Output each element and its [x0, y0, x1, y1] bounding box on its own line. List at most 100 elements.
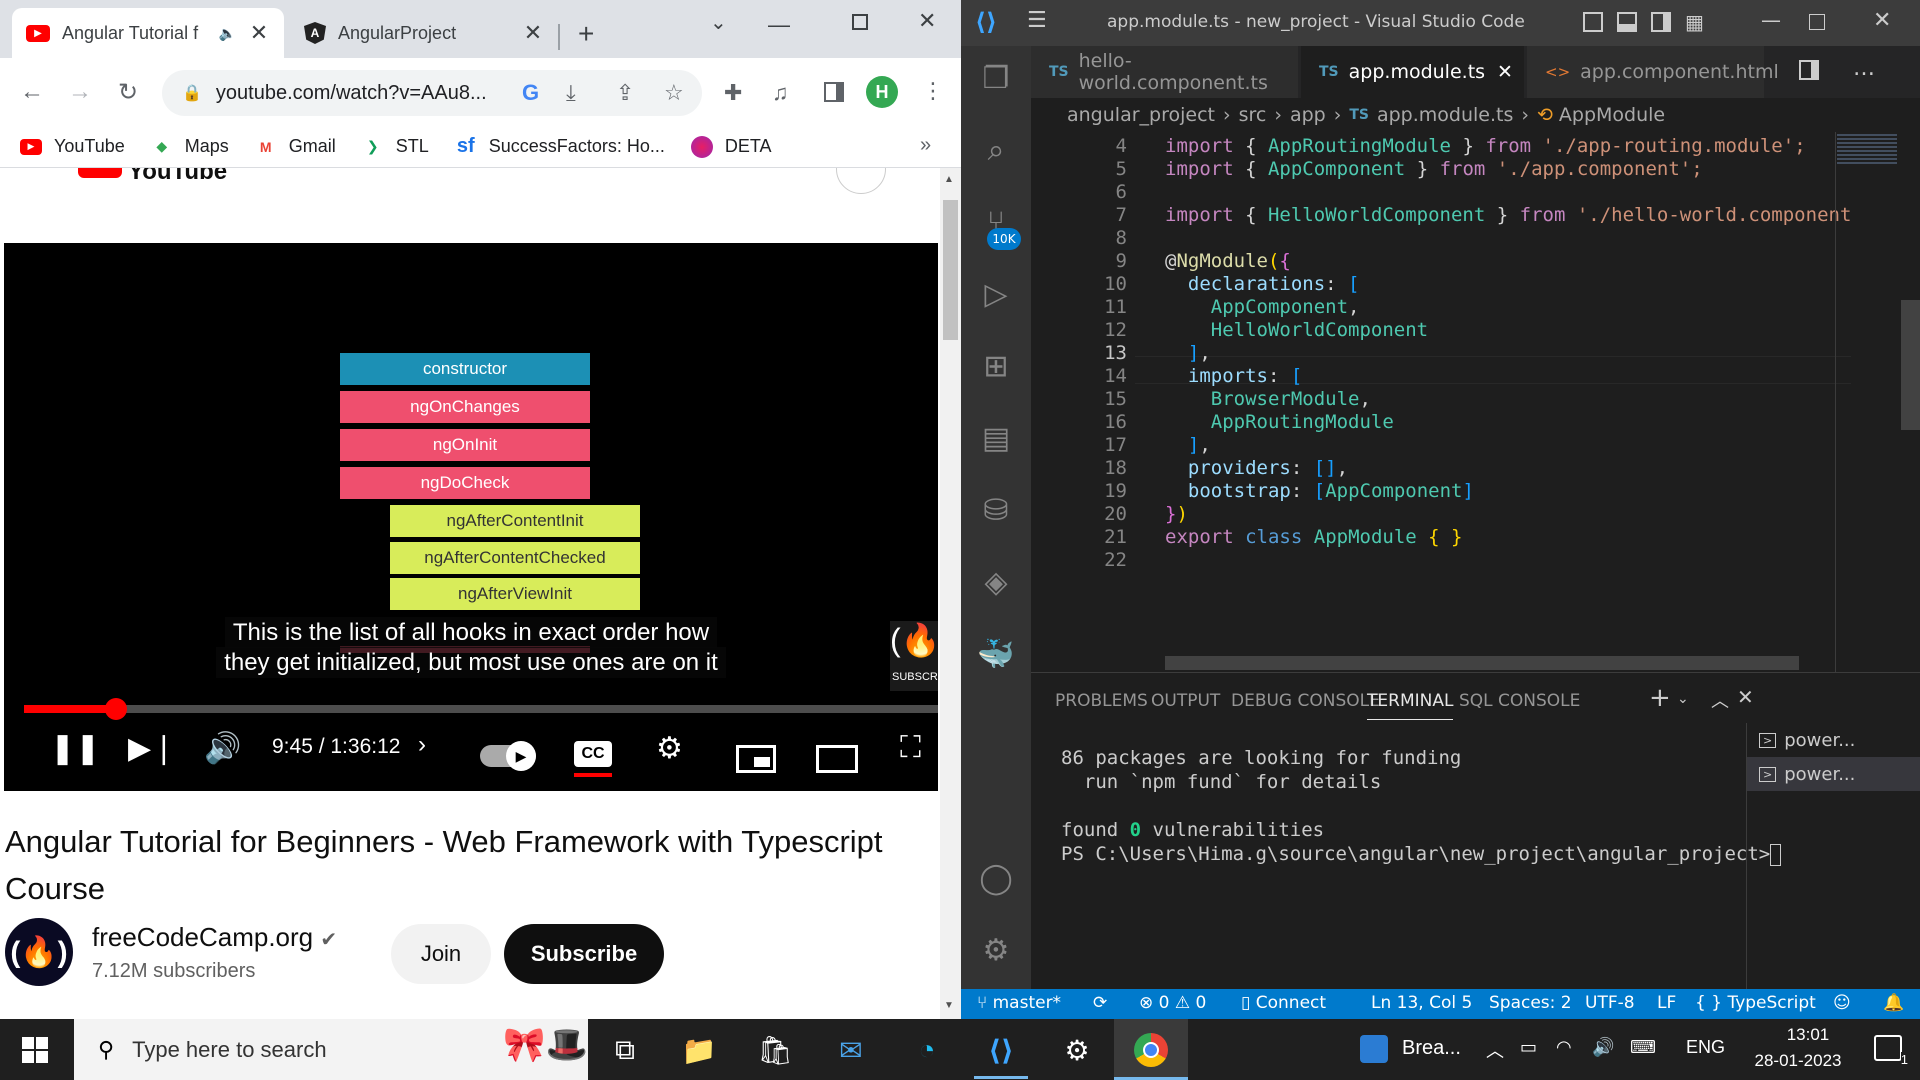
panel-tab-output[interactable]: OUTPUT [1151, 691, 1220, 711]
channel-name[interactable]: freeCodeCamp.org ✔ [92, 922, 337, 953]
close-window-button[interactable]: ✕ [1873, 8, 1891, 33]
pause-button[interactable]: ❚❚ [50, 731, 100, 766]
customize-layout-icon[interactable]: ▦ [1685, 10, 1704, 34]
docker-icon[interactable]: 🐳 [961, 622, 1031, 686]
problems-status[interactable]: ⊗ 0 ⚠ 0 [1139, 993, 1206, 1013]
show-hidden-icons-chevron[interactable]: ︿ [1486, 1037, 1504, 1063]
search-icon[interactable]: ⌕ [961, 118, 1031, 182]
keyboard-icon[interactable]: ⌨ [1630, 1037, 1656, 1058]
horizontal-scrollbar-thumb[interactable] [1165, 656, 1799, 670]
run-debug-icon[interactable]: ▷ [961, 262, 1031, 326]
tab-hello-world-component[interactable]: TS hello-world.component.ts [1031, 46, 1299, 98]
bookmark-stl[interactable]: ❯ STL [362, 136, 429, 158]
profile-avatar[interactable]: H [866, 76, 898, 108]
tab-angular-project[interactable]: A AngularProject ✕ [290, 8, 558, 58]
bookmark-star-icon[interactable]: ☆ [664, 80, 684, 106]
wifi-icon[interactable]: ◠ [1556, 1037, 1572, 1058]
vscode-taskbar-icon[interactable]: ⟨⟩ [974, 1027, 1028, 1073]
indentation-status[interactable]: Spaces: 2 [1489, 993, 1572, 1013]
panel-tab-terminal[interactable]: TERMINAL [1367, 691, 1454, 720]
panel-tab-sql-console[interactable]: SQL CONSOLE [1459, 691, 1580, 711]
miniplayer-button[interactable] [736, 745, 776, 773]
minimize-button[interactable]: — [1761, 8, 1781, 32]
microsoft-store-icon[interactable]: 🛍 [748, 1027, 802, 1073]
eol-status[interactable]: LF [1657, 993, 1676, 1013]
bookmark-maps[interactable]: ◆ Maps [151, 136, 228, 158]
bookmark-deta[interactable]: DETA [690, 135, 772, 158]
language-indicator[interactable]: ENG [1686, 1037, 1725, 1058]
tab-angular-tutorial[interactable]: ▶ Angular Tutorial f 🔈 ✕ [12, 8, 284, 58]
news-widget-icon[interactable] [1360, 1035, 1388, 1063]
windows-start-icon[interactable] [22, 1037, 48, 1063]
feedback-icon[interactable]: ☺ [1833, 993, 1851, 1013]
theater-mode-button[interactable] [816, 745, 858, 773]
tab-app-module[interactable]: TS app.module.ts ✕ [1301, 46, 1525, 98]
news-widget-text[interactable]: Brea... [1402, 1037, 1461, 1060]
close-tab-icon[interactable]: ✕ [1497, 61, 1513, 83]
reload-button[interactable]: ↻ [110, 74, 146, 110]
layers-icon[interactable]: ◈ [961, 550, 1031, 614]
captions-button[interactable]: CC [574, 741, 612, 767]
minimize-button[interactable]: — [768, 12, 790, 38]
chrome-menu-icon[interactable]: ⋮ [922, 78, 944, 104]
maximize-button[interactable] [852, 14, 868, 30]
channel-avatar[interactable]: (🔥) [5, 918, 73, 986]
testing-icon[interactable]: ▤ [961, 406, 1031, 470]
close-panel-icon[interactable]: ✕ [1737, 685, 1754, 709]
tab-search-chevron-icon[interactable]: ⌄ [710, 10, 727, 35]
encoding-status[interactable]: UTF-8 [1585, 993, 1635, 1013]
back-button[interactable]: ← [14, 74, 50, 110]
accounts-icon[interactable]: ◯ [961, 846, 1031, 910]
settings-gear-icon[interactable]: ⚙ [656, 731, 683, 766]
lock-icon[interactable]: 🔒 [182, 83, 202, 103]
panel-tab-problems[interactable]: PROBLEMS [1055, 691, 1148, 711]
scroll-down-arrow-icon[interactable]: ▼ [944, 1000, 954, 1011]
maximize-button[interactable] [1809, 14, 1825, 30]
chrome-taskbar-button[interactable] [1114, 1019, 1188, 1080]
page-scrollbar[interactable]: ▲ ▼ [940, 168, 961, 1019]
split-editor-icon[interactable] [1799, 60, 1819, 80]
new-tab-button[interactable]: + [578, 18, 594, 50]
explorer-icon[interactable]: ❐ [961, 46, 1031, 110]
subscribe-button[interactable]: Subscribe [504, 924, 664, 984]
bookmark-youtube[interactable]: ▶ YouTube [20, 136, 125, 157]
breadcrumb-folder[interactable]: app [1290, 104, 1326, 126]
notification-center-icon[interactable]: 1 [1874, 1035, 1908, 1067]
connect-status[interactable]: ▯ Connect [1241, 993, 1326, 1013]
close-window-button[interactable]: ✕ [918, 8, 936, 34]
fullscreen-button[interactable]: ⛶ [900, 731, 921, 765]
close-tab-icon[interactable]: ✕ [248, 20, 270, 46]
progress-scrubber[interactable] [105, 698, 128, 720]
tab-app-component-html[interactable]: <> app.component.html [1527, 46, 1779, 98]
volume-icon[interactable]: 🔊 [204, 731, 241, 766]
forward-button[interactable]: → [62, 74, 98, 110]
code-editor[interactable]: 4 import { AppRoutingModule } from './app… [1031, 132, 1851, 672]
scrollbar-thumb[interactable] [943, 200, 958, 340]
terminal-prompt[interactable]: PS C:\Users\Hima.g\source\angular\new_pr… [1061, 843, 1782, 866]
next-button[interactable]: ▶❘ [128, 731, 176, 766]
youtube-logo-icon[interactable] [78, 168, 122, 178]
video-progress-bar[interactable] [24, 698, 938, 720]
mail-icon[interactable]: ✉ [824, 1027, 878, 1073]
terminal-instance[interactable]: > power... [1747, 723, 1920, 757]
share-icon[interactable]: ⇪ [616, 80, 634, 106]
toggle-panel-icon[interactable] [1617, 12, 1637, 32]
extensions-icon[interactable]: ⊞ [961, 334, 1031, 398]
more-actions-icon[interactable]: … [1853, 56, 1875, 81]
clock-time[interactable]: 13:01 [1756, 1025, 1860, 1045]
media-control-icon[interactable]: ♫ [772, 80, 789, 106]
join-button[interactable]: Join [391, 924, 491, 984]
database-icon[interactable]: ⛁ [961, 478, 1031, 542]
editor-scrollbar-thumb[interactable] [1901, 300, 1920, 430]
terminal-dropdown-icon[interactable]: ⌄ [1677, 691, 1689, 707]
breadcrumb-folder[interactable]: angular_project [1067, 104, 1215, 126]
terminal-instance-active[interactable]: > power... [1747, 757, 1920, 791]
breadcrumb-symbol[interactable]: AppModule [1559, 104, 1665, 126]
taskbar-search[interactable]: ⚲ Type here to search 🎀🎩 [74, 1019, 588, 1080]
clock-date[interactable]: 28-01-2023 [1736, 1051, 1860, 1071]
extensions-icon[interactable]: ✚ [724, 80, 742, 106]
google-lens-icon[interactable]: G [522, 80, 539, 106]
video-player[interactable]: constructor ngOnChanges ngOnInit ngDoChe… [4, 243, 938, 791]
panel-tab-debug-console[interactable]: DEBUG CONSOLE [1231, 691, 1380, 711]
sync-icon[interactable]: ⟳ [1093, 993, 1107, 1013]
